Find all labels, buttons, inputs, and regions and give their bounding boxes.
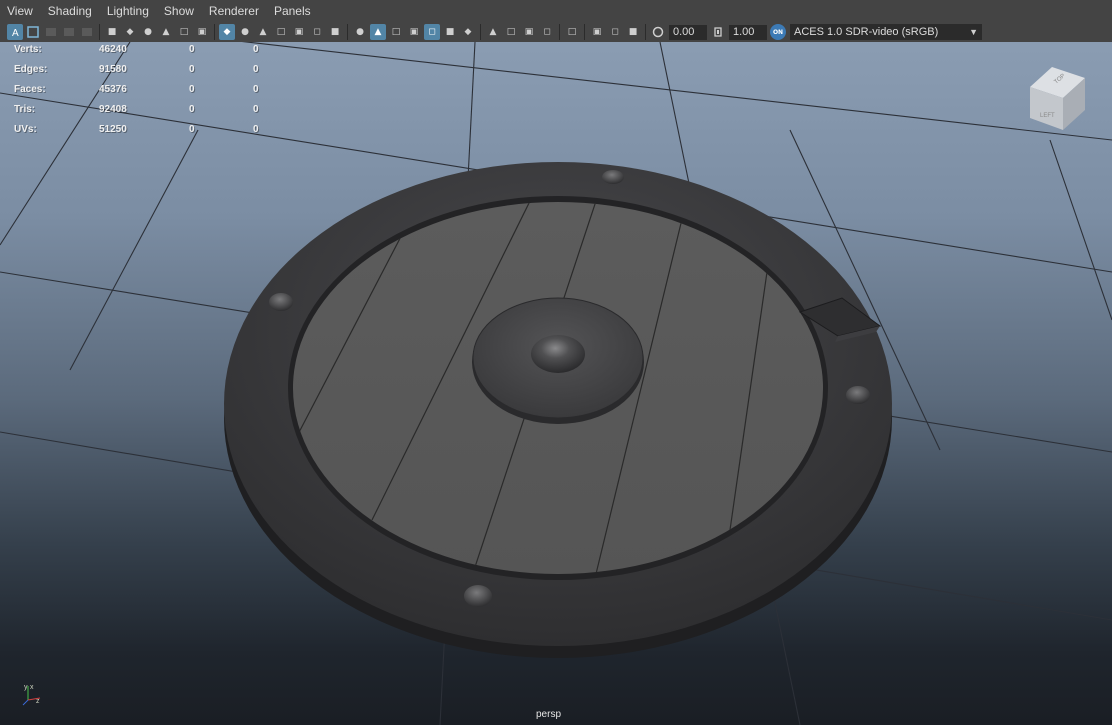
hud-value-selected: 0 [189, 64, 195, 75]
persp-viewport[interactable]: TOP LEFT y x z Verts: 46240 0 0 Edges: 9… [0, 0, 1112, 725]
svg-text:A: A [12, 28, 19, 38]
image-plane-icon[interactable]: ▲ [158, 24, 174, 40]
safe-action-icon[interactable]: ◻ [309, 24, 325, 40]
menu-lighting[interactable]: Lighting [100, 0, 157, 22]
toolbar-separator [480, 24, 481, 40]
viewport-option-icon[interactable] [79, 24, 95, 40]
axis-x-label: x [30, 684, 34, 691]
axis-y-label: y [24, 684, 28, 691]
hud-value-object: 91580 [99, 64, 127, 75]
menu-shading[interactable]: Shading [41, 0, 100, 22]
textured-icon[interactable]: ◻ [424, 24, 440, 40]
hud-value-object: 92408 [99, 104, 127, 115]
xray-icon[interactable]: ▣ [589, 24, 605, 40]
hud-value-components: 0 [253, 44, 259, 55]
shield-model[interactable] [224, 162, 892, 658]
field-chart-icon[interactable]: ▣ [291, 24, 307, 40]
shadows-icon[interactable]: ◆ [460, 24, 476, 40]
color-management-badge: ON [772, 28, 784, 36]
toolbar-separator [99, 24, 100, 40]
resolution-gate-icon[interactable]: ▲ [255, 24, 271, 40]
isolate-select-icon[interactable]: □ [564, 24, 580, 40]
hud-value-object: 45376 [99, 84, 127, 95]
hud-value-selected: 0 [189, 124, 195, 135]
axis-indicator: y x z [22, 684, 41, 706]
axis-z-label: z [36, 698, 40, 705]
hud-value-selected: 0 [189, 104, 195, 115]
view-transform-value: ACES 1.0 SDR-video (sRGB) [794, 26, 939, 38]
motion-blur-icon[interactable]: □ [503, 24, 519, 40]
hud-value-components: 0 [253, 124, 259, 135]
boss-knob [531, 335, 585, 373]
hud-label: Tris: [14, 104, 36, 115]
film-gate-icon[interactable]: ● [237, 24, 253, 40]
bookmark-icon[interactable]: ● [140, 24, 156, 40]
hud-label: Verts: [14, 44, 42, 55]
multisample-aa-icon[interactable]: ▣ [521, 24, 537, 40]
exposure-field[interactable]: 0.00 [669, 24, 707, 40]
screen-space-ao-icon[interactable]: ▲ [485, 24, 501, 40]
hud-label: Faces: [14, 84, 46, 95]
depth-of-field-icon[interactable]: ◻ [539, 24, 555, 40]
menu-view[interactable]: View [0, 0, 41, 22]
hud-value-components: 0 [253, 64, 259, 75]
hud-value-components: 0 [253, 84, 259, 95]
hud-label: Edges: [14, 64, 48, 75]
menu-show[interactable]: Show [157, 0, 202, 22]
2d-pan-zoom-icon[interactable]: □ [176, 24, 192, 40]
wireframe-icon[interactable]: ● [352, 24, 368, 40]
default-material-icon[interactable]: ▣ [406, 24, 422, 40]
gamma-field[interactable]: 1.00 [729, 24, 767, 40]
grid-icon[interactable]: ◆ [219, 24, 235, 40]
xray-joints-icon[interactable]: ■ [625, 24, 641, 40]
menu-panels[interactable]: Panels [267, 0, 319, 22]
use-all-lights-icon[interactable]: ■ [442, 24, 458, 40]
wireframe-on-shaded-icon[interactable]: □ [388, 24, 404, 40]
camera-lock-icon[interactable]: A [7, 24, 23, 40]
toolbar-separator [645, 24, 646, 40]
camera-attributes-icon[interactable]: ◆ [122, 24, 138, 40]
toolbar-icon-groups: ■ ◆ ● ▲ □ ▣ ◆ ● ▲ □ ▣ ◻ ■ ● ▲ □ ▣ ◻ ■ ◆ ▲ □ ▣ ◻ □ ▣ ◻ ■ [103, 24, 642, 40]
grease-pencil-icon[interactable]: ▣ [194, 24, 210, 40]
toolbar-separator [559, 24, 560, 40]
select-all-icon[interactable] [25, 24, 41, 40]
camera-name-label: persp [536, 709, 562, 720]
rivet [464, 585, 492, 607]
smooth-shade-icon[interactable]: ▲ [370, 24, 386, 40]
hud-value-selected: 0 [189, 44, 195, 55]
viewport-option-icon[interactable] [43, 24, 59, 40]
hud-value-components: 0 [253, 104, 259, 115]
hud-label: UVs: [14, 124, 37, 135]
gamma-toggle-icon[interactable] [710, 24, 726, 40]
view-cube-left-label: LEFT [1040, 113, 1055, 119]
toolbar-separator [214, 24, 215, 40]
gate-mask-icon[interactable]: □ [273, 24, 289, 40]
safe-title-icon[interactable]: ■ [327, 24, 343, 40]
viewport-scene: TOP LEFT y x z [0, 13, 1112, 725]
rivet [269, 293, 293, 311]
color-management-toggle-icon[interactable]: ON [770, 24, 786, 40]
viewport-option-icon[interactable] [61, 24, 77, 40]
rivet [602, 170, 624, 184]
view-cube[interactable]: TOP LEFT [1030, 67, 1085, 130]
panel-menubar: View Shading Lighting Show Renderer Pane… [0, 0, 1112, 22]
panel-toolbar: A ■ ◆ ● ▲ □ ▣ ◆ ● ▲ □ ▣ ◻ ■ ● ▲ □ ▣ ◻ ■ ◆ ▲ □ ▣ ◻ □ ▣ ◻ ■ 0.00 1.00… [0, 22, 1112, 42]
rivet [846, 386, 870, 404]
view-transform-dropdown[interactable]: ACES 1.0 SDR-video (sRGB) ▼ [790, 24, 982, 40]
hud-value-object: 46240 [99, 44, 127, 55]
select-camera-icon[interactable]: ■ [104, 24, 120, 40]
hud-value-object: 51250 [99, 124, 127, 135]
exposure-toggle-icon[interactable] [650, 24, 666, 40]
toolbar-separator [347, 24, 348, 40]
toolbar-separator [584, 24, 585, 40]
menu-renderer[interactable]: Renderer [202, 0, 267, 22]
hud-value-selected: 0 [189, 84, 195, 95]
dropdown-arrow-icon: ▼ [969, 27, 978, 37]
xray-active-components-icon[interactable]: ◻ [607, 24, 623, 40]
